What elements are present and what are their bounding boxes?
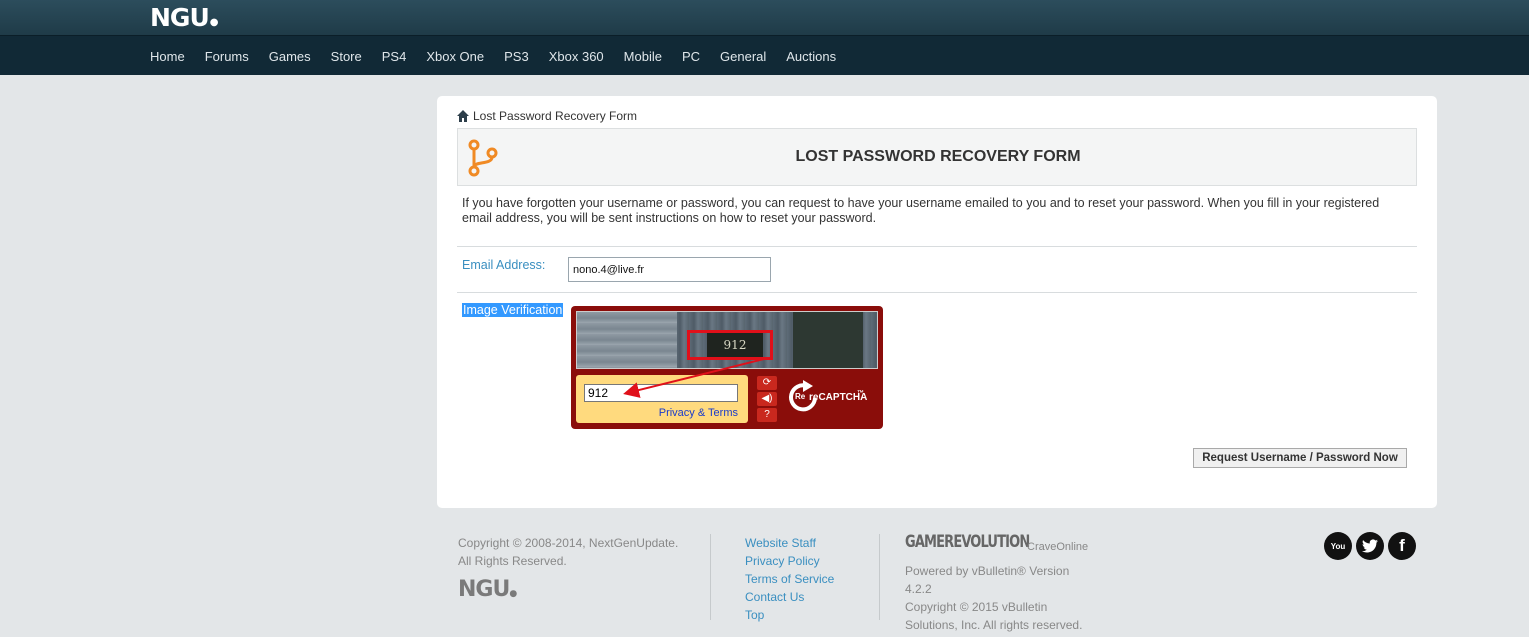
powered-line: Solutions, Inc. All rights reserved. — [905, 618, 1083, 632]
powered-line: Copyright © 2015 vBulletin — [905, 600, 1048, 614]
nav-item-xbox-one[interactable]: Xbox One — [416, 49, 494, 64]
main-navigation: Home Forums Games Store PS4 Xbox One PS3… — [0, 35, 1529, 75]
nav-item-forums[interactable]: Forums — [195, 49, 259, 64]
social-icons: You f — [1324, 532, 1416, 560]
footer: Copyright © 2008-2014, NextGenUpdate. Al… — [458, 532, 1458, 632]
divider — [710, 534, 711, 620]
footer-link-terms-of-service[interactable]: Terms of Service — [745, 570, 834, 588]
top-header: NGU ● — [0, 0, 1529, 35]
footer-copyright: Copyright © 2008-2014, NextGenUpdate. Al… — [458, 534, 678, 570]
nav-item-ps3[interactable]: PS3 — [494, 49, 539, 64]
twitter-icon[interactable] — [1356, 532, 1384, 560]
footer-links: Website Staff Privacy Policy Terms of Se… — [745, 534, 834, 624]
powered-by: Powered by vBulletin® Version 4.2.2 Copy… — [905, 562, 1105, 634]
copyright-line: Copyright © 2008-2014, NextGenUpdate. — [458, 536, 679, 550]
footer-link-website-staff[interactable]: Website Staff — [745, 534, 834, 552]
nav-item-auctions[interactable]: Auctions — [776, 49, 846, 64]
divider — [879, 534, 880, 620]
nav-item-home[interactable]: Home — [140, 49, 195, 64]
craveonline-text: CraveOnline — [1027, 541, 1089, 553]
footer-link-contact-us[interactable]: Contact Us — [745, 588, 834, 606]
gamerevolution-logo[interactable]: GAMEREVOLUTION CraveOnline — [905, 532, 1088, 553]
footer-logo[interactable]: NGU● — [458, 577, 517, 602]
footer-link-top[interactable]: Top — [745, 606, 834, 624]
nav-item-mobile[interactable]: Mobile — [614, 49, 672, 64]
gamerevolution-text: GAMEREVOLUTION — [905, 532, 1030, 552]
site-logo-text: NGU — [150, 2, 210, 32]
site-logo[interactable]: NGU ● — [150, 2, 218, 32]
nav-item-store[interactable]: Store — [321, 49, 372, 64]
facebook-icon[interactable]: f — [1388, 532, 1416, 560]
nav-item-xbox-360[interactable]: Xbox 360 — [539, 49, 614, 64]
powered-line: Powered by vBulletin® Version — [905, 564, 1070, 578]
annotation-arrow — [623, 358, 765, 398]
copyright-line: All Rights Reserved. — [458, 554, 567, 568]
nav-item-general[interactable]: General — [710, 49, 776, 64]
nav-item-games[interactable]: Games — [259, 49, 321, 64]
nav-item-ps4[interactable]: PS4 — [372, 49, 417, 64]
powered-line: 4.2.2 — [905, 582, 932, 596]
main-content-panel: Lost Password Recovery Form LOST PASSWOR… — [437, 96, 1437, 508]
youtube-icon[interactable]: You — [1324, 532, 1352, 560]
footer-link-privacy-policy[interactable]: Privacy Policy — [745, 552, 834, 570]
request-password-button[interactable]: Request Username / Password Now — [1193, 448, 1407, 468]
footer-logo-text: NGU — [458, 577, 510, 602]
nav-item-pc[interactable]: PC — [672, 49, 710, 64]
